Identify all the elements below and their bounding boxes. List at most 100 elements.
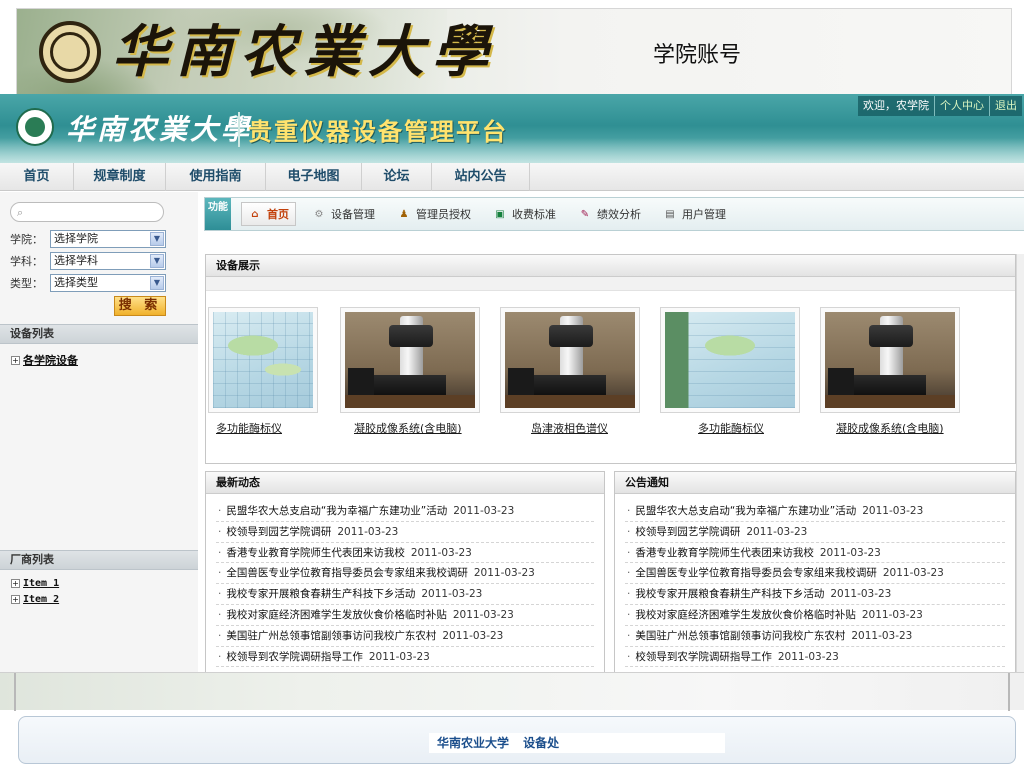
chevron-down-icon: ▼ xyxy=(150,254,164,268)
chevron-down-icon: ▼ xyxy=(150,276,164,290)
expand-icon[interactable]: + xyxy=(11,355,20,365)
nav-item-regulations[interactable]: 规章制度 xyxy=(74,163,166,191)
news-title-link[interactable]: 全国兽医专业学位教育指导委员会专家组来我校调研 xyxy=(226,567,468,579)
function-tab-home[interactable]: ⌂ 首页 xyxy=(241,202,296,226)
nav-item-map[interactable]: 电子地图 xyxy=(266,163,362,191)
platform-header: 华南农業大學 贵重仪器设备管理平台 欢迎，农学院 个人中心 退出 xyxy=(0,94,1024,164)
function-tab-user-manage[interactable]: ▤ 用户管理 xyxy=(657,202,732,226)
expand-icon[interactable]: + xyxy=(11,595,20,604)
function-tab-performance[interactable]: ✎ 绩效分析 xyxy=(572,202,647,226)
notice-date: 2011-03-23 xyxy=(862,505,924,517)
function-tab-equipment[interactable]: ⚙ 设备管理 xyxy=(306,202,381,226)
university-seal-icon xyxy=(39,21,101,83)
search-icon: ⌕ xyxy=(17,206,24,219)
right-scrollbar[interactable] xyxy=(1016,254,1024,682)
equipment-name-link[interactable]: 凝胶成像系统(含电脑) xyxy=(354,420,480,436)
list-item: · 民盟华农大总支启动“我为幸福广东建功业”活动 2011-03-23 xyxy=(625,501,1005,522)
list-item: · 校领导到农学院调研指导工作 2011-03-23 xyxy=(625,647,1005,668)
equipment-card: 凝胶成像系统(含电脑) xyxy=(340,307,480,436)
type-select-value: 选择类型 xyxy=(54,276,98,289)
equipment-thumbnail[interactable] xyxy=(820,307,960,413)
list-item: · 全国兽医专业学位教育指导委员会专家组来我校调研 2011-03-23 xyxy=(625,563,1005,585)
search-button[interactable]: 搜 索 xyxy=(114,296,166,316)
map-image xyxy=(213,312,313,408)
function-tag: 功能 xyxy=(205,198,231,230)
footer-text: 华南农业大学 设备处 xyxy=(429,733,725,753)
filter-college-label: 学院： xyxy=(10,233,43,246)
vendor-item-1-link[interactable]: Item 1 xyxy=(23,578,59,589)
vendor-item-2-link[interactable]: Item 2 xyxy=(23,594,59,605)
discipline-select[interactable]: 选择学科 ▼ xyxy=(50,252,166,270)
news-date: 2011-03-23 xyxy=(410,546,472,559)
expand-icon[interactable]: + xyxy=(11,579,20,588)
news-title-link[interactable]: 我校对家庭经济困难学生发放伙食价格临时补贴 xyxy=(226,609,447,621)
search-input[interactable]: ⌕ xyxy=(10,202,164,222)
money-icon: ▣ xyxy=(495,208,505,220)
equipment-name-link[interactable]: 凝胶成像系统(含电脑) xyxy=(836,420,960,436)
notice-date: 2011-03-23 xyxy=(746,525,808,538)
college-equipment-link[interactable]: 各学院设备 xyxy=(23,352,78,368)
notice-title-link[interactable]: 校领导到园艺学院调研 xyxy=(635,526,740,538)
list-item: · 香港专业教育学院师生代表团来访我校 2011-03-23 xyxy=(216,543,594,564)
account-type-label: 学院账号 xyxy=(653,43,742,68)
latest-news-panel: 最新动态 · 民盟华农大总支启动“我为幸福广东建功业”活动 2011-03-23 ·… xyxy=(205,471,605,681)
filter-college-row: 学院： 选择学院 ▼ xyxy=(10,230,166,248)
nav-item-guide[interactable]: 使用指南 xyxy=(166,163,266,191)
equipment-thumbnail[interactable] xyxy=(500,307,640,413)
news-title-link[interactable]: 校领导到园艺学院调研 xyxy=(226,526,331,538)
tree-item-vendor-2: + Item 2 xyxy=(11,594,59,605)
notice-date: 2011-03-23 xyxy=(851,629,913,642)
list-item: · 香港专业教育学院师生代表团来访我校 2011-03-23 xyxy=(625,543,1005,564)
type-select[interactable]: 选择类型 ▼ xyxy=(50,274,166,292)
news-title-link[interactable]: 美国驻广州总领事馆副领事访问我校广东农村 xyxy=(226,630,436,642)
instrument-image xyxy=(345,312,475,408)
welcome-text: 欢迎，农学院 xyxy=(863,99,929,112)
equipment-showcase-strip xyxy=(206,277,1015,291)
instrument-image xyxy=(505,312,635,408)
function-tab-admin-auth[interactable]: ♟ 管理员授权 xyxy=(391,202,477,226)
equipment-card: 凝胶成像系统(含电脑) xyxy=(820,307,960,436)
profile-link[interactable]: 个人中心 xyxy=(934,96,989,116)
notice-title-link[interactable]: 我校专家开展粮食春耕生产科技下乡活动 xyxy=(635,588,824,600)
college-select-value: 选择学院 xyxy=(54,232,98,245)
equipment-name-link[interactable]: 多功能酶标仪 xyxy=(216,420,318,436)
list-item: · 美国驻广州总领事馆副领事访问我校广东农村 2011-03-23 xyxy=(216,626,594,647)
function-bar: 功能 ⌂ 首页 ⚙ 设备管理 ♟ 管理员授权 ▣ 收费标准 ✎ 绩效分析 ▤ 用… xyxy=(204,197,1024,231)
notice-date: 2011-03-23 xyxy=(882,567,944,580)
function-tab-admin-auth-label: 管理员授权 xyxy=(416,208,471,221)
news-title-link[interactable]: 民盟华农大总支启动“我为幸福广东建功业”活动 xyxy=(226,505,447,517)
chart-icon: ✎ xyxy=(580,208,590,220)
news-title-link[interactable]: 我校专家开展粮食春耕生产科技下乡活动 xyxy=(226,588,415,600)
list-item: · 美国驻广州总领事馆副领事访问我校广东农村 2011-03-23 xyxy=(625,626,1005,647)
news-title-link[interactable]: 校领导到农学院调研指导工作 xyxy=(226,651,363,663)
list-item: · 我校专家开展粮食春耕生产科技下乡活动 2011-03-23 xyxy=(625,584,1005,605)
equipment-thumbnail[interactable] xyxy=(208,307,318,413)
equipment-name-link[interactable]: 多功能酶标仪 xyxy=(698,420,800,436)
college-select[interactable]: 选择学院 ▼ xyxy=(50,230,166,248)
equipment-thumbnail[interactable] xyxy=(340,307,480,413)
notice-date: 2011-03-23 xyxy=(830,588,892,601)
nav-item-home[interactable]: 首页 xyxy=(0,163,74,191)
tree-item-college-equipment: + 各学院设备 xyxy=(11,352,78,368)
function-tab-equipment-label: 设备管理 xyxy=(331,208,375,221)
news-title-link[interactable]: 香港专业教育学院师生代表团来访我校 xyxy=(226,547,405,559)
equipment-thumbnail[interactable] xyxy=(660,307,800,413)
nav-item-forum[interactable]: 论坛 xyxy=(362,163,432,191)
notice-title-link[interactable]: 我校对家庭经济困难学生发放伙食价格临时补贴 xyxy=(635,609,856,621)
notice-title-link[interactable]: 全国兽医专业学位教育指导委员会专家组来我校调研 xyxy=(635,567,877,579)
logout-link[interactable]: 退出 xyxy=(989,96,1022,116)
news-date: 2011-03-23 xyxy=(337,525,399,538)
function-tab-fees[interactable]: ▣ 收费标准 xyxy=(487,202,562,226)
list-item: · 校领导到园艺学院调研 2011-03-23 xyxy=(216,522,594,543)
notice-title-link[interactable]: 美国驻广州总领事馆副领事访问我校广东农村 xyxy=(635,630,845,642)
filter-discipline-row: 学科： 选择学科 ▼ xyxy=(10,252,166,270)
nav-item-announcements[interactable]: 站内公告 xyxy=(432,163,530,191)
equipment-list-header: 设备列表 xyxy=(0,324,198,344)
footer: 华南农业大学 设备处 xyxy=(18,716,1016,764)
news-date: 2011-03-23 xyxy=(453,505,515,517)
filter-discipline-label: 学科： xyxy=(10,255,43,268)
notice-title-link[interactable]: 香港专业教育学院师生代表团来访我校 xyxy=(635,547,814,559)
equipment-name-link[interactable]: 岛津液相色谱仪 xyxy=(531,420,640,436)
notice-title-link[interactable]: 校领导到农学院调研指导工作 xyxy=(635,651,772,663)
notice-title-link[interactable]: 民盟华农大总支启动“我为幸福广东建功业”活动 xyxy=(635,505,856,517)
